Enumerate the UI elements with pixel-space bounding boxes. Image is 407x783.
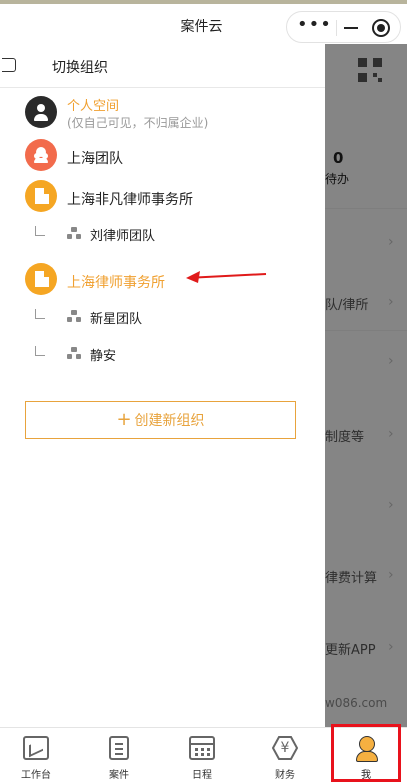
sub-team-item-liu[interactable]: 刘律师团队 — [0, 220, 325, 252]
more-icon[interactable]: ••• — [297, 16, 331, 35]
drawer-header: 切换组织 — [0, 44, 325, 88]
tree-branch-icon — [35, 226, 45, 236]
org-tree-icon — [67, 310, 81, 322]
tab-workbench[interactable]: 工作台 — [1, 728, 71, 783]
team-icon — [25, 139, 57, 171]
tab-cases[interactable]: 案件 — [84, 728, 154, 783]
org-item-personal-space[interactable]: 个人空间 (仅自己可见，不归属企业) — [0, 92, 325, 132]
tab-schedule[interactable]: 日程 — [167, 728, 237, 783]
chart-icon — [23, 736, 49, 760]
calendar-icon — [189, 736, 215, 760]
highlight-box — [331, 724, 401, 782]
org-subtitle: (仅自己可见，不归属企业) — [67, 116, 209, 130]
document-icon — [109, 736, 129, 760]
building-icon — [25, 263, 57, 295]
create-new-org-label: 创建新组织 — [134, 413, 205, 429]
sub-team-name: 新星团队 — [90, 312, 143, 327]
tab-finance[interactable]: ¥ 财务 — [250, 728, 320, 783]
org-name: 上海团队 — [67, 151, 123, 167]
drawer-overlay-mask[interactable] — [325, 44, 407, 727]
mini-program-capsule: ••• — [286, 11, 401, 43]
tab-label: 工作台 — [21, 770, 51, 781]
back-icon[interactable] — [2, 58, 16, 72]
sub-team-item-jingan[interactable]: 静安 — [0, 340, 325, 372]
org-tree-icon — [67, 227, 81, 239]
org-name: 个人空间 — [67, 99, 120, 114]
tree-branch-icon — [35, 309, 45, 319]
sub-team-item-xinxing[interactable]: 新星团队 — [0, 303, 325, 335]
create-new-org-button[interactable]: + 创建新组织 — [25, 401, 296, 439]
switch-org-drawer: 切换组织 个人空间 (仅自己可见，不归属企业) 上海团队 上海非凡律师事务所 刘… — [0, 44, 325, 727]
person-icon — [25, 96, 57, 128]
yen-glyph: ¥ — [280, 740, 290, 756]
close-mini-program-icon[interactable] — [372, 19, 390, 37]
org-item-shanghai-law-firm[interactable]: 上海律师事务所 — [0, 260, 325, 300]
tab-label: 财务 — [275, 770, 295, 781]
org-name: 上海律师事务所 — [67, 275, 165, 291]
capsule-divider — [336, 20, 337, 36]
tree-branch-icon — [35, 346, 45, 356]
org-name: 上海非凡律师事务所 — [67, 192, 193, 208]
minimize-icon[interactable] — [340, 20, 362, 36]
drawer-title: 切换组织 — [52, 60, 108, 76]
plus-icon: + — [116, 409, 132, 430]
tab-label: 案件 — [109, 770, 129, 781]
nav-bar: 案件云 ••• — [0, 4, 407, 44]
yen-icon: ¥ — [272, 736, 298, 760]
org-item-shanghai-team[interactable]: 上海团队 — [0, 136, 325, 176]
sub-team-name: 静安 — [90, 349, 117, 364]
sub-team-name: 刘律师团队 — [90, 229, 156, 244]
tab-label: 日程 — [192, 770, 212, 781]
org-tree-icon — [67, 347, 81, 359]
building-icon — [25, 180, 57, 212]
org-item-shanghai-feifan-law-firm[interactable]: 上海非凡律师事务所 — [0, 177, 325, 217]
annotation-arrow-icon — [186, 271, 267, 283]
